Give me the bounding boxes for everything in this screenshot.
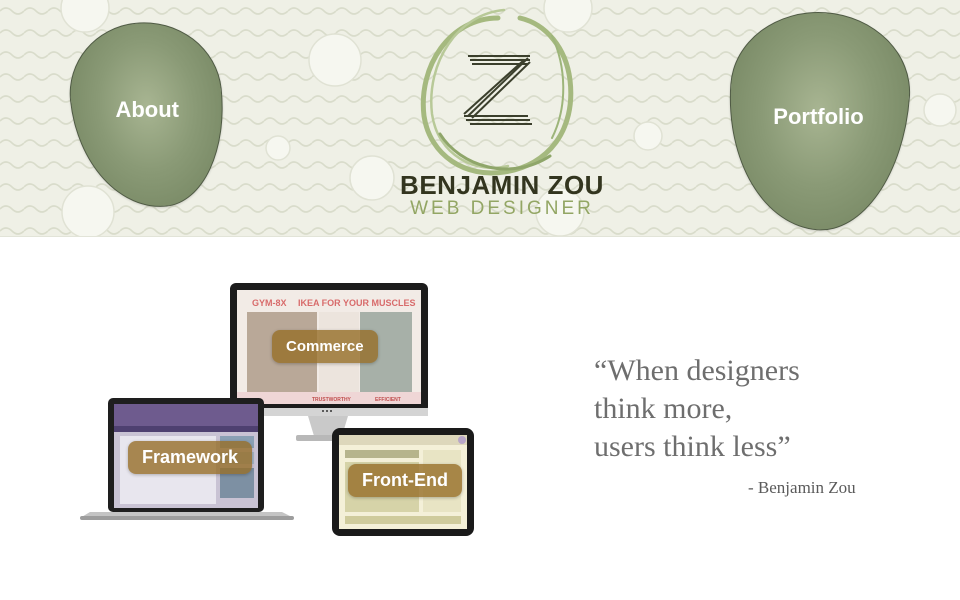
device-mockups-image: GYM-8X IKEA FOR YOUR MUSCLES TRUSTWORTHY… — [80, 283, 474, 536]
brand-tagline: WEB DESIGNER — [410, 198, 594, 219]
about-nav-label: About — [115, 97, 180, 123]
portfolio-nav-label: Portfolio — [773, 104, 864, 130]
quote-line-1: “When designers — [594, 354, 800, 387]
quote-line-2: think more, — [594, 392, 733, 425]
quote-author: - Benjamin Zou — [748, 478, 856, 497]
front-end-button[interactable]: Front-End — [348, 464, 462, 497]
desktop-caption-right: EFFICIENT — [375, 397, 401, 403]
quote-line-3: users think less” — [594, 430, 791, 463]
desktop-headline-text: IKEA FOR YOUR MUSCLES — [298, 298, 416, 308]
brand-name: BENJAMIN ZOU — [400, 170, 604, 200]
desktop-caption-left: TRUSTWORTHY — [312, 397, 352, 403]
site-header: About BENJAMIN ZOU WEB DESIGNER Portfoli… — [0, 0, 960, 237]
framework-button[interactable]: Framework — [128, 441, 253, 474]
desktop-brand-text: GYM-8X — [252, 298, 287, 308]
designer-quote: “When designers think more, users think … — [594, 352, 894, 466]
commerce-button[interactable]: Commerce — [272, 330, 378, 363]
